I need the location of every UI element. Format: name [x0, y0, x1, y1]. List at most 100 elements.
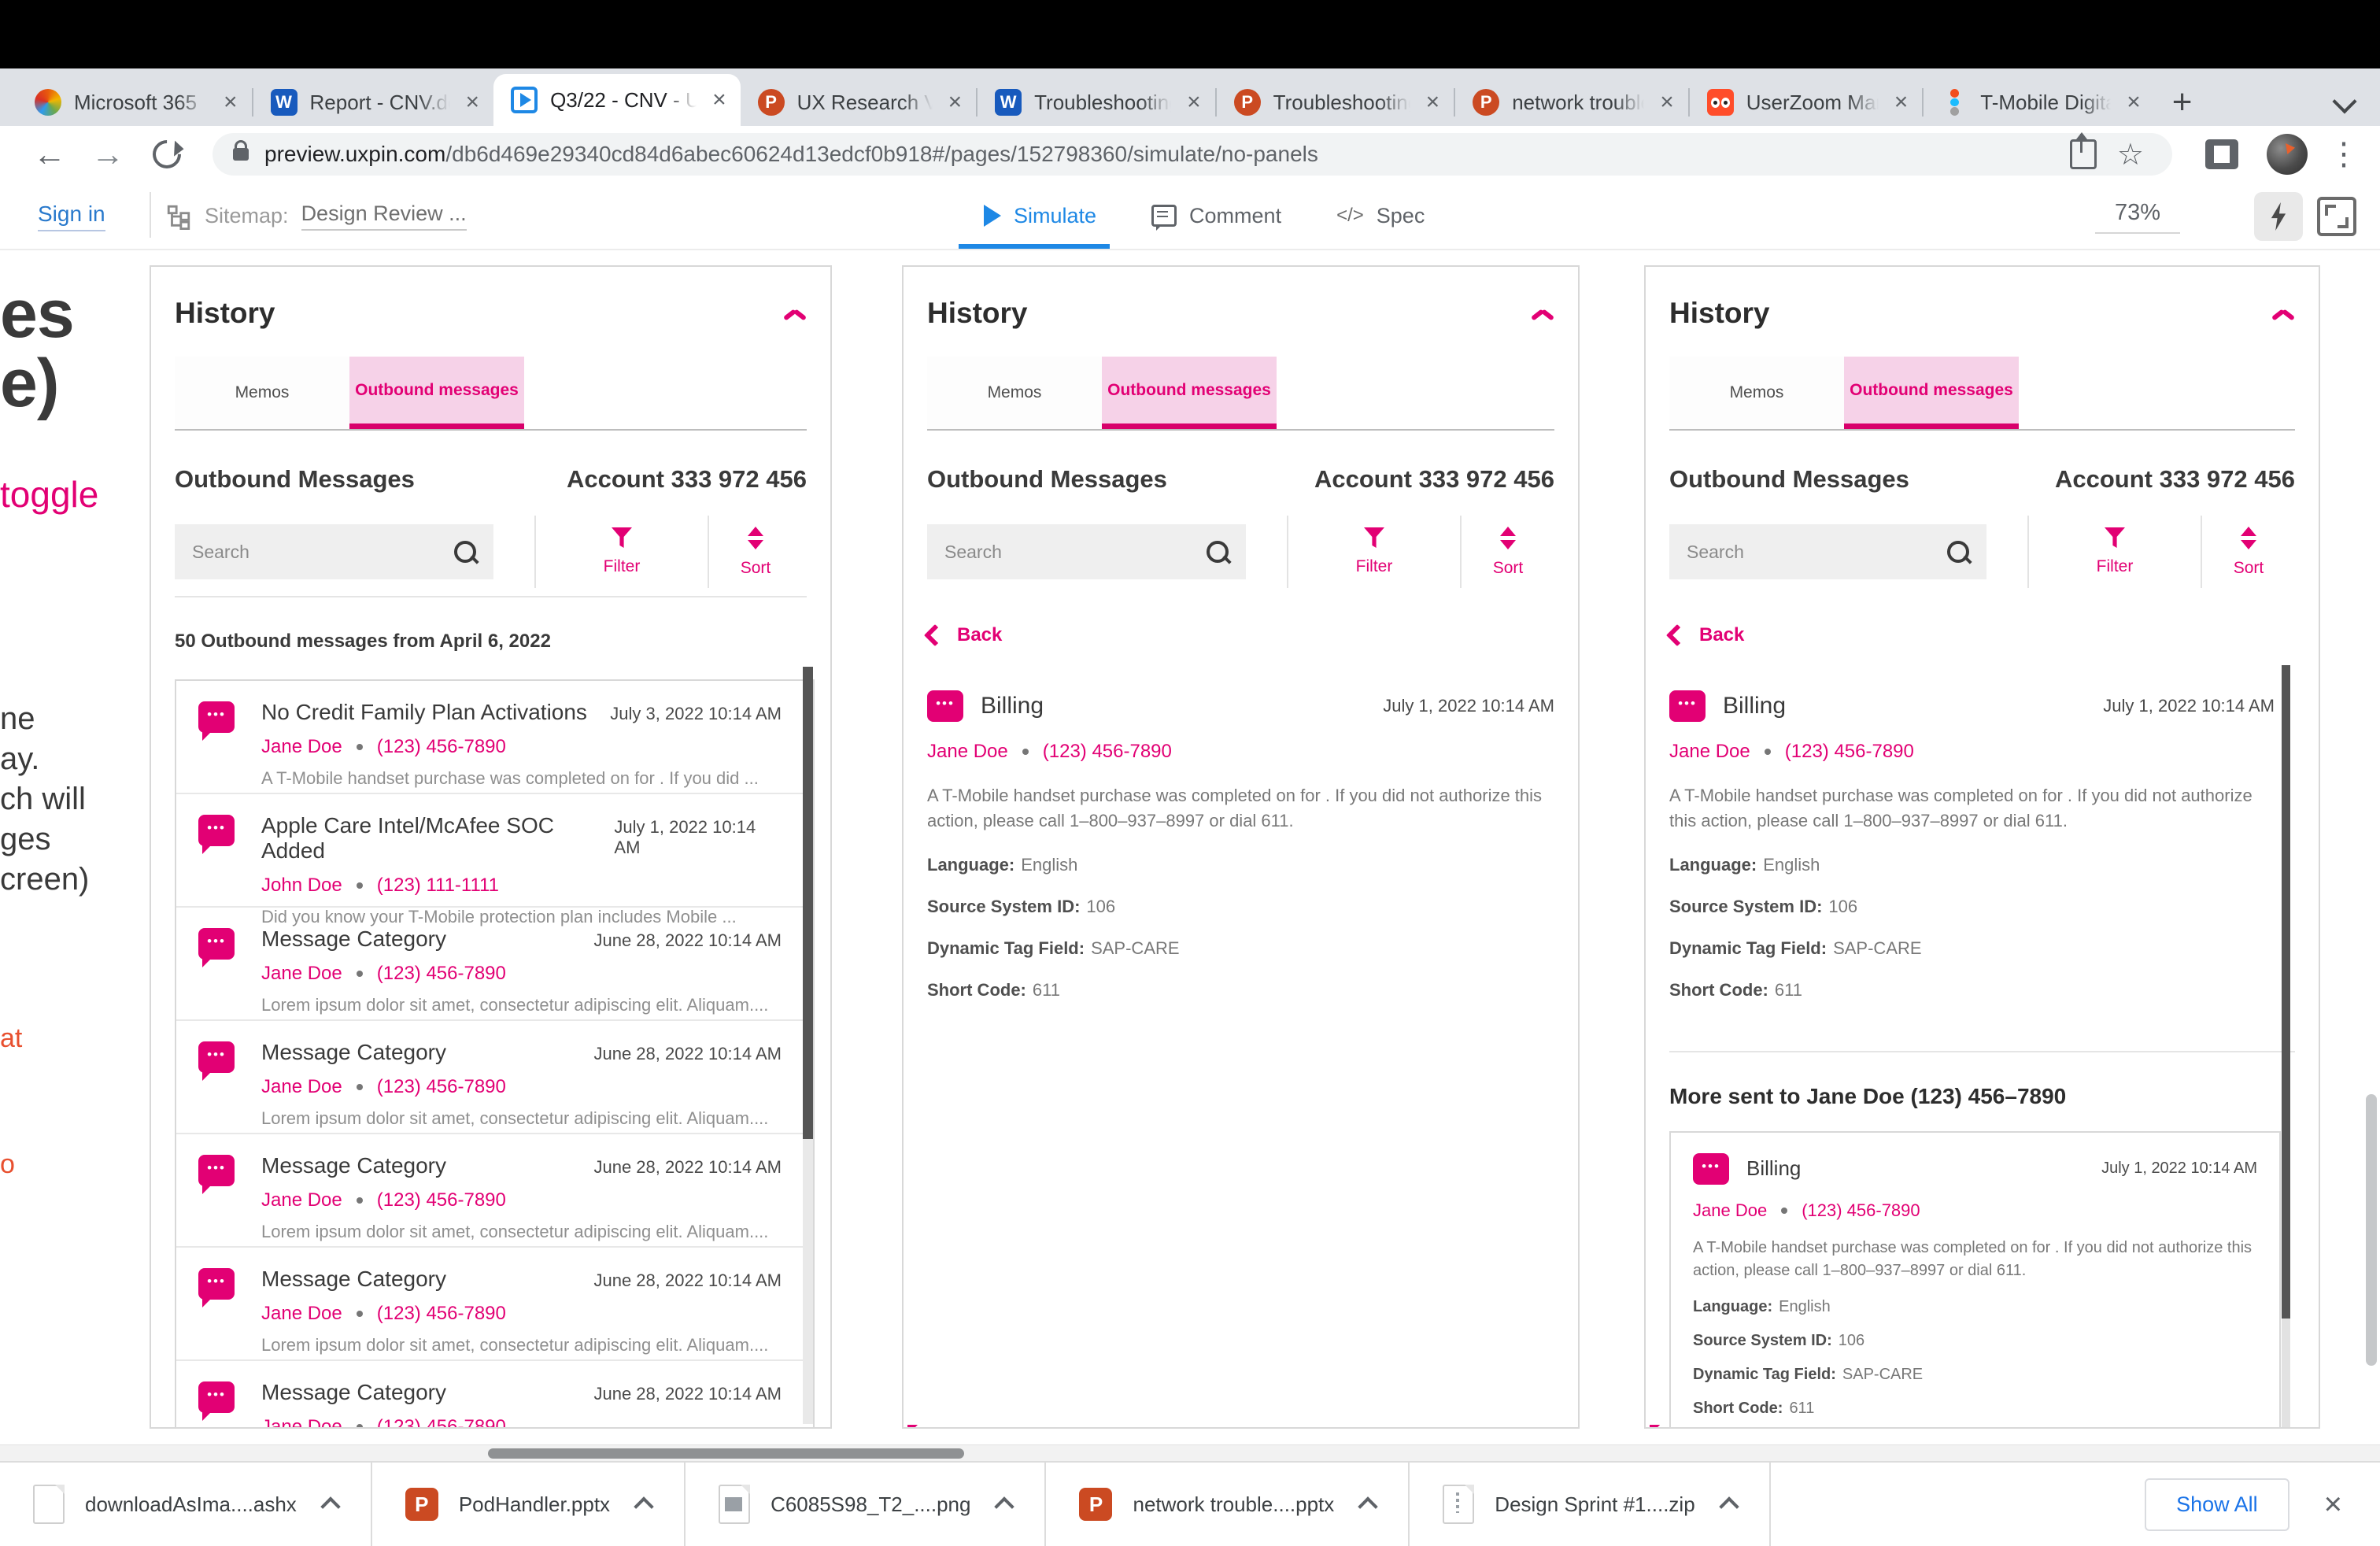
tab-tmobile-digital[interactable]: T-Mobile Digita ×: [1924, 79, 2155, 126]
message-list-item[interactable]: ••• Message Category June 28, 2022 10:14…: [176, 1021, 813, 1134]
sender-name[interactable]: Jane Doe: [261, 1189, 342, 1211]
chevron-up-icon[interactable]: [1358, 1496, 1378, 1516]
tab-spec[interactable]: </> Spec: [1336, 204, 1425, 228]
message-list-item[interactable]: ••• Message Category June 28, 2022 10:14…: [176, 1134, 813, 1248]
sender-phone[interactable]: (123) 456-7890: [1785, 741, 1914, 763]
sender-name[interactable]: Jane Doe: [1669, 741, 1750, 763]
chevron-up-icon[interactable]: [634, 1496, 653, 1516]
search-input[interactable]: Search: [175, 524, 493, 579]
sender-name[interactable]: Jane Doe: [1693, 1200, 1767, 1221]
sender-name[interactable]: Jane Doe: [261, 1416, 342, 1429]
tab-outbound-messages[interactable]: Outbound messages: [349, 357, 524, 429]
tab-close-icon[interactable]: ×: [948, 91, 963, 114]
tab-q3-cnv-active[interactable]: Q3/22 - CNV - U ×: [493, 74, 741, 126]
profile-avatar[interactable]: [2267, 134, 2308, 175]
tab-close-icon[interactable]: ×: [1894, 91, 1909, 114]
sender-phone[interactable]: (123) 456-7890: [377, 736, 506, 758]
message-list-item[interactable]: ••• Apple Care Intel/McAfee SOC Added Ju…: [176, 794, 813, 908]
fullscreen-button[interactable]: [2317, 197, 2356, 236]
reload-button[interactable]: [147, 135, 187, 175]
tab-memos[interactable]: Memos: [175, 357, 349, 429]
tab-close-icon[interactable]: ×: [466, 91, 480, 114]
message-list-item[interactable]: ••• Message Category June 28, 2022 10:14…: [176, 1248, 813, 1361]
message-list-item[interactable]: ••• No Credit Family Plan Activations Ju…: [176, 681, 813, 794]
tab-close-icon[interactable]: ×: [1187, 91, 1201, 114]
lock-icon[interactable]: [233, 148, 249, 161]
sender-phone[interactable]: (123) 456-7890: [377, 1416, 506, 1429]
list-scrollbar-thumb[interactable]: [803, 667, 813, 1139]
browser-menu-icon[interactable]: ⋮: [2328, 136, 2360, 172]
search-icon[interactable]: [1947, 541, 1969, 563]
tab-memos[interactable]: Memos: [1669, 357, 1844, 429]
back-button[interactable]: ←: [33, 138, 66, 171]
back-button[interactable]: Back: [927, 624, 1578, 646]
show-all-button[interactable]: Show All: [2145, 1478, 2289, 1531]
tab-userzoom[interactable]: UserZoom Mana ×: [1690, 79, 1923, 126]
collapse-chevron-icon[interactable]: [783, 308, 804, 328]
tab-troubleshooting-doc[interactable]: W Troubleshooting ×: [978, 79, 1215, 126]
tab-close-icon[interactable]: ×: [2127, 91, 2141, 114]
tab-simulate[interactable]: Simulate: [984, 204, 1096, 228]
download-item[interactable]: C6085S98_T2_....png: [686, 1463, 1046, 1546]
sender-phone[interactable]: (123) 456-7890: [377, 1303, 506, 1325]
sender-phone[interactable]: (123) 111-1111: [377, 875, 499, 897]
filter-button[interactable]: Filter: [2029, 527, 2201, 576]
bookmark-star-icon[interactable]: ☆: [2117, 137, 2144, 172]
sender-name[interactable]: Jane Doe: [927, 741, 1008, 763]
sender-name[interactable]: Jane Doe: [261, 1076, 342, 1098]
sender-phone[interactable]: (123) 456-7890: [377, 1189, 506, 1211]
sort-button[interactable]: Sort: [1462, 527, 1554, 578]
tab-outbound-messages[interactable]: Outbound messages: [1102, 357, 1277, 429]
tab-troubleshooting-ppt[interactable]: P Troubleshooting ×: [1217, 79, 1454, 126]
tab-report-cnv[interactable]: W Report - CNV.do ×: [253, 79, 494, 126]
chevron-up-icon[interactable]: [1719, 1496, 1739, 1516]
sender-name[interactable]: Jane Doe: [261, 1303, 342, 1325]
back-button[interactable]: Back: [1669, 624, 2319, 646]
share-icon[interactable]: [2070, 139, 2097, 169]
search-input[interactable]: Search: [927, 524, 1246, 579]
tab-close-icon[interactable]: ×: [712, 88, 726, 112]
sign-in-link[interactable]: Sign in: [38, 202, 105, 231]
chevron-up-icon[interactable]: [320, 1496, 340, 1516]
tab-network-trouble[interactable]: P network trouble ×: [1455, 79, 1688, 126]
zoom-level[interactable]: 73%: [2095, 200, 2180, 234]
search-icon[interactable]: [454, 541, 476, 563]
sender-phone[interactable]: (123) 456-7890: [1802, 1200, 1920, 1221]
tab-memos[interactable]: Memos: [927, 357, 1102, 429]
sender-phone[interactable]: (123) 456-7890: [377, 963, 506, 985]
sender-phone[interactable]: (123) 456-7890: [1043, 741, 1172, 763]
speed-mode-button[interactable]: [2254, 192, 2303, 241]
horizontal-scrollbar-thumb[interactable]: [488, 1448, 964, 1459]
filter-button[interactable]: Filter: [1288, 527, 1460, 576]
download-item[interactable]: Design Sprint #1....zip: [1410, 1463, 1770, 1546]
search-icon[interactable]: [1207, 541, 1229, 563]
side-panel-icon[interactable]: [2205, 139, 2238, 169]
sort-button[interactable]: Sort: [2202, 527, 2295, 578]
sender-name[interactable]: Jane Doe: [261, 736, 342, 758]
panel-scrollbar-thumb[interactable]: [2282, 665, 2290, 1319]
download-item[interactable]: P PodHandler.pptx: [372, 1463, 686, 1546]
sender-name[interactable]: John Doe: [261, 875, 342, 897]
tab-close-icon[interactable]: ×: [1660, 91, 1674, 114]
url-text[interactable]: preview.uxpin.com/db6d469e29340cd84d6abe…: [264, 142, 2062, 167]
vertical-scrollbar-thumb[interactable]: [2366, 1094, 2377, 1366]
sitemap-value[interactable]: Design Review ...: [301, 202, 467, 231]
tab-close-icon[interactable]: ×: [224, 91, 238, 114]
address-bar[interactable]: preview.uxpin.com/db6d469e29340cd84d6abe…: [213, 133, 2172, 176]
collapse-chevron-icon[interactable]: [2271, 308, 2292, 328]
tab-close-icon[interactable]: ×: [1426, 91, 1440, 114]
sitemap-selector[interactable]: Sitemap: Design Review ...: [165, 202, 467, 231]
chevron-up-icon[interactable]: [995, 1496, 1014, 1516]
forward-button[interactable]: →: [91, 138, 124, 171]
collapse-chevron-icon[interactable]: [1531, 308, 1551, 328]
tab-search-chevron-icon[interactable]: [2332, 89, 2356, 113]
tab-microsoft-365[interactable]: Microsoft 365 ×: [17, 79, 252, 126]
related-message-card[interactable]: ••• Billing July 1, 2022 10:14 AM Jane D…: [1669, 1131, 2281, 1429]
tab-outbound-messages[interactable]: Outbound messages: [1844, 357, 2019, 429]
download-item[interactable]: downloadAsIma....ashx: [0, 1463, 372, 1546]
close-downloads-icon[interactable]: ×: [2324, 1489, 2342, 1520]
horizontal-scrollbar-track[interactable]: [0, 1444, 2380, 1461]
sort-button[interactable]: Sort: [709, 527, 802, 578]
tab-comment[interactable]: Comment: [1151, 204, 1281, 228]
new-tab-button[interactable]: +: [2172, 85, 2193, 120]
